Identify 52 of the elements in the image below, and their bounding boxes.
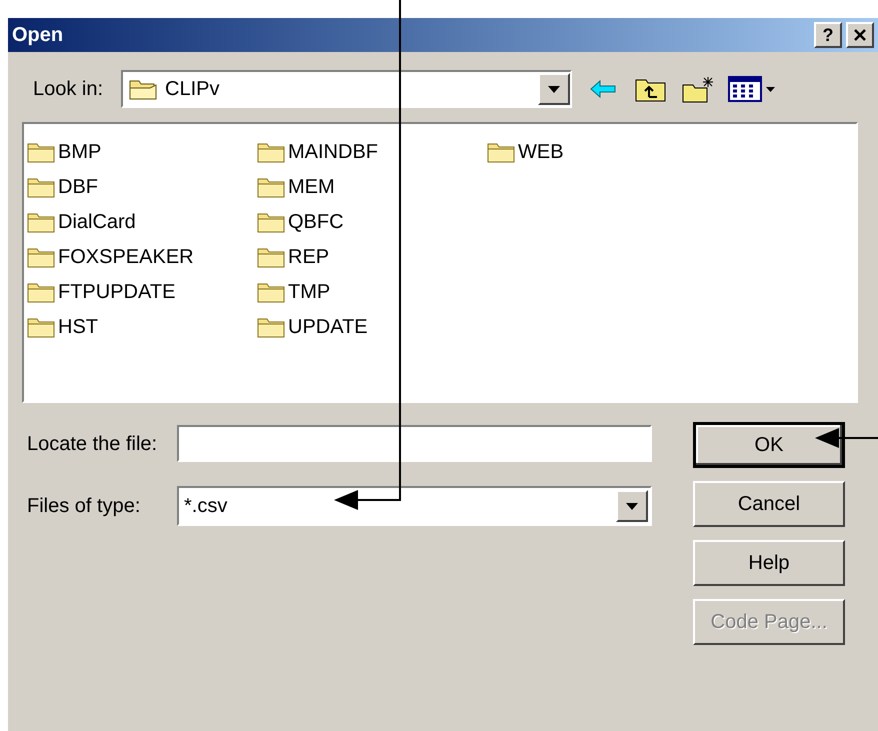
folder-icon	[257, 316, 285, 338]
folder-name[interactable]: WEB	[518, 136, 564, 166]
left-arrow-icon	[590, 80, 616, 98]
folder-name[interactable]: MEM	[288, 172, 335, 202]
folder-icon	[27, 176, 55, 198]
folder-icon	[487, 140, 515, 162]
close-icon	[853, 28, 867, 42]
caret-icon	[766, 86, 775, 92]
look-in-dropdown[interactable]: CLIPv	[121, 70, 572, 108]
look-in-label: Look in:	[33, 77, 104, 102]
folder-icon	[257, 210, 285, 232]
folder-icon	[27, 316, 55, 338]
new-folder-icon	[682, 75, 716, 103]
new-folder-button[interactable]	[682, 74, 716, 104]
window-title: Open	[12, 23, 64, 48]
folder-icon	[27, 210, 55, 232]
close-button[interactable]	[846, 22, 874, 48]
locate-file-label: Locate the file:	[27, 432, 158, 456]
help-button[interactable]: ?	[814, 22, 842, 48]
folder-name[interactable]: FTPUPDATE	[58, 276, 176, 306]
folder-icon	[257, 176, 285, 198]
folder-icon	[129, 78, 159, 100]
folder-name[interactable]: DBF	[58, 172, 98, 202]
folder-icon	[257, 140, 285, 162]
files-of-type-dropdown[interactable]: *.csv	[177, 486, 652, 526]
folder-icon	[257, 246, 285, 268]
folder-name[interactable]: UPDATE	[288, 312, 368, 342]
caret-icon	[548, 86, 560, 92]
list-view-icon	[728, 76, 762, 102]
folder-icon	[27, 140, 55, 162]
dropdown-button[interactable]	[616, 490, 648, 522]
locate-file-field[interactable]	[177, 425, 652, 462]
folder-name[interactable]: HST	[58, 312, 98, 342]
dialog-button[interactable]: Help	[693, 540, 845, 586]
folder-icon	[257, 280, 285, 302]
folder-name[interactable]: REP	[288, 242, 330, 272]
dialog-button[interactable]: Cancel	[693, 481, 845, 527]
files-of-type-value: *.csv	[184, 494, 228, 519]
folder-name[interactable]: MAINDBF	[288, 136, 378, 166]
annotation-arrow	[815, 428, 878, 448]
folder-icon	[27, 280, 55, 302]
dropdown-button[interactable]	[538, 73, 570, 105]
folder-name[interactable]: BMP	[58, 136, 102, 166]
folder-icon	[27, 246, 55, 268]
folder-name[interactable]: DialCard	[58, 206, 136, 236]
folder-name[interactable]: QBFC	[288, 206, 344, 236]
look-in-value: CLIPv	[165, 77, 220, 102]
caret-icon	[626, 502, 638, 510]
dialog-button[interactable]: OK	[693, 422, 845, 468]
folder-name[interactable]: TMP	[288, 276, 330, 306]
files-of-type-label: Files of type:	[27, 494, 142, 519]
folder-name[interactable]: FOXSPEAKER	[58, 242, 194, 272]
